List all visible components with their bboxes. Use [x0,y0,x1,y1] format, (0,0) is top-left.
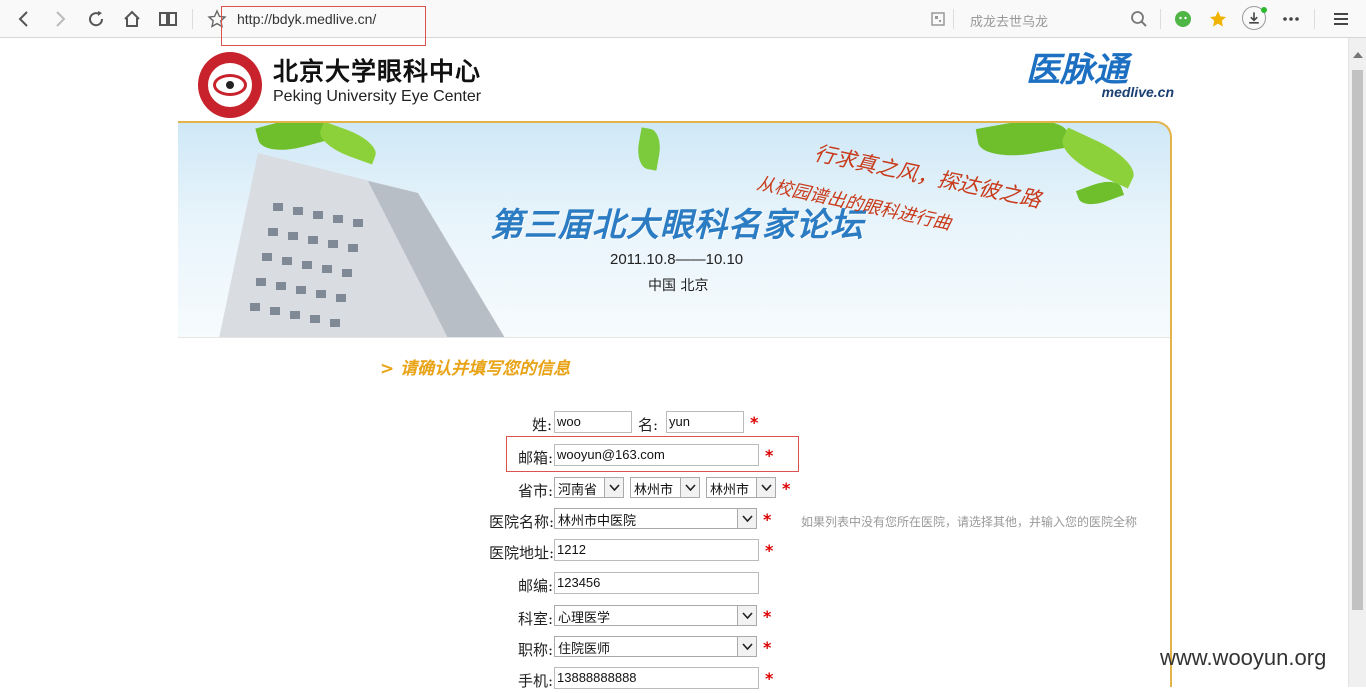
hospital-row: 医院名称: 林州市中医院 * 如果列表中没有您所在医院，请选择其他，并输入您的医… [178,508,1172,534]
given-name-label: 名: [638,416,659,434]
chevron-down-icon [737,509,756,528]
search-placeholder: 成龙去世乌龙 [970,15,1049,30]
job-title-value: 住院医师 [558,642,611,657]
email-highlight-box [506,436,799,472]
logo-title-cn: 北京大学眼科中心 [273,57,482,86]
name-row: 姓: woo 名: yun * [178,411,1172,437]
required-mark: * [765,541,774,560]
medlive-logo-en: medlive.cn [1101,84,1174,100]
home-icon[interactable] [120,7,144,31]
chevron-down-icon [737,637,756,656]
eye-center-emblem-icon [198,52,262,118]
hospital-select[interactable]: 林州市中医院 [554,508,757,529]
required-mark: * [750,413,759,432]
watermark-text: www.wooyun.org [1160,645,1327,670]
toolbar-separator [1314,9,1315,29]
forward-icon[interactable] [48,7,72,31]
medlive-logo[interactable]: 医脉通 medlive.cn [1026,42,1176,104]
zip-input[interactable]: 123456 [554,572,759,594]
leaf-decoration [634,127,664,171]
chevron-down-icon [680,478,699,497]
given-name-input[interactable]: yun [666,411,744,433]
phone-label: 手机: [518,672,554,690]
phone-input[interactable]: 13888888888 [554,667,759,689]
scroll-thumb[interactable] [1352,70,1363,610]
hospital-label: 医院名称: [489,513,555,531]
province-select[interactable]: 河南省 [554,477,624,498]
address-label: 医院地址: [489,544,555,562]
banner-date: 2011.10.8——10.10 [610,251,744,268]
province-value: 河南省 [558,483,598,498]
logo-title-en: Peking University Eye Center [273,88,482,105]
surname-input[interactable]: woo [554,411,632,433]
job-title-row: 职称: 住院医师 * [178,636,1172,662]
city-select[interactable]: 林州市 [630,477,700,498]
scroll-up-icon[interactable] [1353,52,1363,58]
chevron-down-icon [737,606,756,625]
job-title-label: 职称: [518,641,554,659]
reload-icon[interactable] [84,7,108,31]
vertical-scrollbar[interactable] [1348,38,1366,687]
required-mark: * [765,669,774,688]
browser-toolbar: http://bdyk.medlive.cn/ 成龙去世乌龙 [0,0,1366,38]
favorites-star-icon[interactable] [1206,7,1230,31]
department-label: 科室: [518,610,554,628]
search-icon[interactable] [1127,7,1151,31]
address-input[interactable]: 1212 [554,539,759,561]
district-select[interactable]: 林州市 [706,477,776,498]
leaf-decoration [1055,127,1141,189]
district-value: 林州市 [710,483,750,498]
leaf-decoration [975,123,1071,163]
surname-label: 姓: [532,416,553,434]
back-icon[interactable] [12,7,36,31]
toolbar-separator [192,9,193,29]
forum-banner: 第三届北大眼科名家论坛 2011.10.8——10.10 中国 北京 行求真之风… [178,121,1172,337]
toolbar-separator [953,9,954,29]
department-row: 科室: 心理医学 * [178,605,1172,631]
banner-location: 中国 北京 [648,278,709,294]
wechat-icon[interactable] [1171,7,1195,31]
building-illustration [219,153,505,337]
required-mark: * [782,479,791,498]
section-title: > 请确认并填写您的信息 [380,359,571,379]
hospital-hint: 如果列表中没有您所在医院，请选择其他，并输入您的医院全称 [801,515,1138,529]
department-select[interactable]: 心理医学 [554,605,757,626]
address-row: 医院地址: 1212 * [178,539,1172,565]
job-title-select[interactable]: 住院医师 [554,636,757,657]
required-mark: * [763,607,772,626]
menu-icon[interactable] [1329,7,1353,31]
page-content: 北京大学眼科中心 Peking University Eye Center 医脉… [178,38,1174,690]
search-input[interactable]: 成龙去世乌龙 [955,6,1155,32]
zip-row: 邮编: 123456 [178,572,1172,598]
qrcode-icon[interactable] [926,7,950,31]
divider [178,337,1172,338]
department-value: 心理医学 [558,611,611,626]
chevron-down-icon [756,478,775,497]
more-icon[interactable] [1279,7,1303,31]
reader-icon[interactable] [156,7,180,31]
zip-label: 邮编: [518,577,554,595]
hospital-value: 林州市中医院 [558,514,637,529]
toolbar-separator [1160,9,1161,29]
city-value: 林州市 [634,483,674,498]
region-label: 省市: [518,482,554,500]
region-row: 省市: 河南省 林州市 林州市 * [178,477,1172,503]
required-mark: * [763,510,772,529]
required-mark: * [763,638,772,657]
phone-row: 手机: 13888888888 * [178,667,1172,693]
chevron-down-icon [604,478,623,497]
download-badge [1261,7,1267,13]
